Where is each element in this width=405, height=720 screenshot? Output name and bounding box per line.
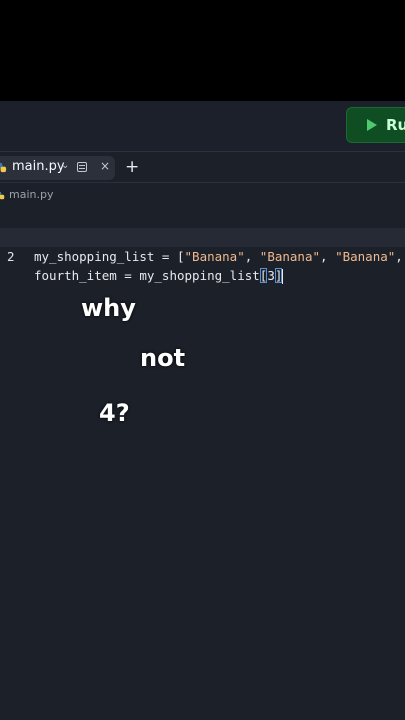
code-token: fourth_item = my_shopping_list — [34, 268, 260, 283]
code-token: , — [320, 249, 336, 264]
tab-main-py[interactable]: main.py ⌄ × — [0, 156, 115, 180]
plus-icon[interactable]: + — [125, 157, 139, 177]
index-token: 3 — [267, 268, 275, 283]
code-token: , — [395, 249, 403, 264]
string-token: "Banana" — [184, 249, 245, 264]
string-token: "Banana" — [335, 249, 396, 264]
caption-four: 4? — [99, 399, 130, 427]
run-button[interactable]: Ru — [346, 107, 405, 143]
python-icon — [0, 191, 5, 200]
bracket-token: ] — [274, 268, 283, 283]
line-number: 2 — [7, 249, 15, 264]
code-editor[interactable]: main.py 1 my_shopping_list = ["Banana", … — [0, 183, 405, 720]
chevron-down-icon[interactable]: ⌄ — [61, 160, 69, 171]
code-text: my_shopping_list = ["Banana", "Banana", … — [34, 247, 405, 266]
code-token: my_shopping_list = [ — [34, 249, 185, 264]
code-text: fourth_item = my_shopping_list[3] — [34, 266, 284, 285]
python-icon — [0, 162, 7, 173]
code-line-1[interactable]: 1 my_shopping_list = ["Banana", "Banana"… — [0, 209, 405, 264]
text-cursor — [282, 269, 284, 284]
tab-menu-icon[interactable] — [77, 162, 87, 172]
run-button-label: Ru — [386, 116, 405, 134]
top-toolbar — [0, 101, 405, 151]
caption-why: why — [81, 294, 136, 322]
caption-not: not — [140, 344, 186, 372]
close-icon[interactable]: × — [100, 159, 110, 173]
code-token: , — [244, 249, 260, 264]
string-token: "Banana" — [259, 249, 321, 264]
code-line-2[interactable]: 2 fourth_item = my_shopping_list[3] — [0, 228, 405, 284]
screen: Ru main.py ⌄ × + main.py 1 my_shopping_l… — [0, 0, 405, 720]
tab-label: main.py — [12, 159, 65, 174]
play-icon — [367, 119, 377, 131]
tab-bar: main.py ⌄ × + — [0, 151, 405, 183]
breadcrumb-file[interactable]: main.py — [9, 188, 53, 201]
